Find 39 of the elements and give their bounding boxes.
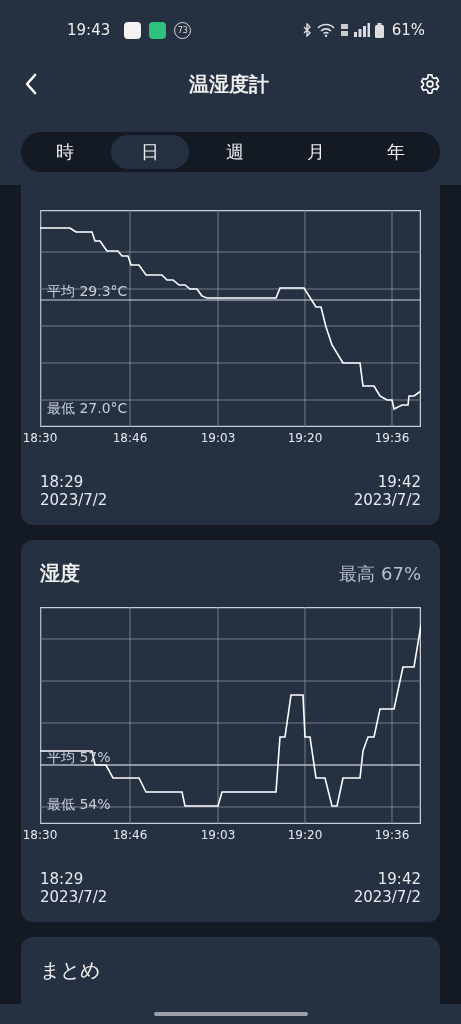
period-tab[interactable]: 日: [111, 135, 190, 169]
end-time: 19:42: [377, 473, 421, 491]
start-date: 2023/7/2: [40, 888, 108, 906]
axis-tick-label: 18:30: [22, 431, 58, 445]
home-handle[interactable]: [153, 1012, 308, 1016]
minimum-label: 最低 54%: [47, 796, 111, 812]
status-time: 19:43: [67, 21, 111, 39]
axis-tick-label: 19:03: [200, 828, 236, 842]
wifi-icon: [316, 23, 335, 37]
card-title: まとめ: [40, 957, 101, 984]
start-time: 18:29: [40, 870, 84, 888]
axis-tick-label: 19:36: [374, 431, 410, 445]
end-time: 19:42: [377, 870, 421, 888]
screen-title: 温湿度計: [188, 70, 269, 98]
axis-tick-label: 19:20: [287, 828, 323, 842]
notification-icon: [124, 21, 142, 39]
axis-tick-label: 19:20: [287, 431, 323, 445]
axis-tick-label: 18:30: [22, 828, 58, 842]
end-date: 2023/7/2: [353, 888, 421, 906]
signal-icon: [353, 23, 370, 37]
end-date: 2023/7/2: [353, 491, 421, 509]
card-title: 湿度: [40, 560, 80, 587]
maximum-value: 最高 67%: [339, 561, 421, 586]
start-time: 18:29: [40, 473, 84, 491]
period-tab[interactable]: 週: [195, 135, 276, 169]
battery-level: 61%: [391, 21, 425, 39]
bluetooth-icon: [301, 23, 312, 37]
battery-icon: [374, 22, 384, 38]
axis-tick-label: 19:03: [200, 431, 236, 445]
axis-tick-label: 19:36: [374, 828, 410, 842]
minimum-label: 最低 27.0°C: [47, 400, 128, 416]
notification-icon: [149, 21, 167, 39]
period-tab[interactable]: 年: [355, 135, 436, 169]
period-tab[interactable]: 月: [275, 135, 356, 169]
start-date: 2023/7/2: [40, 491, 108, 509]
average-label: 平均 29.3°C: [47, 283, 128, 299]
axis-tick-label: 18:46: [112, 828, 148, 842]
period-tab[interactable]: 時: [25, 135, 106, 169]
axis-tick-label: 18:46: [112, 431, 148, 445]
